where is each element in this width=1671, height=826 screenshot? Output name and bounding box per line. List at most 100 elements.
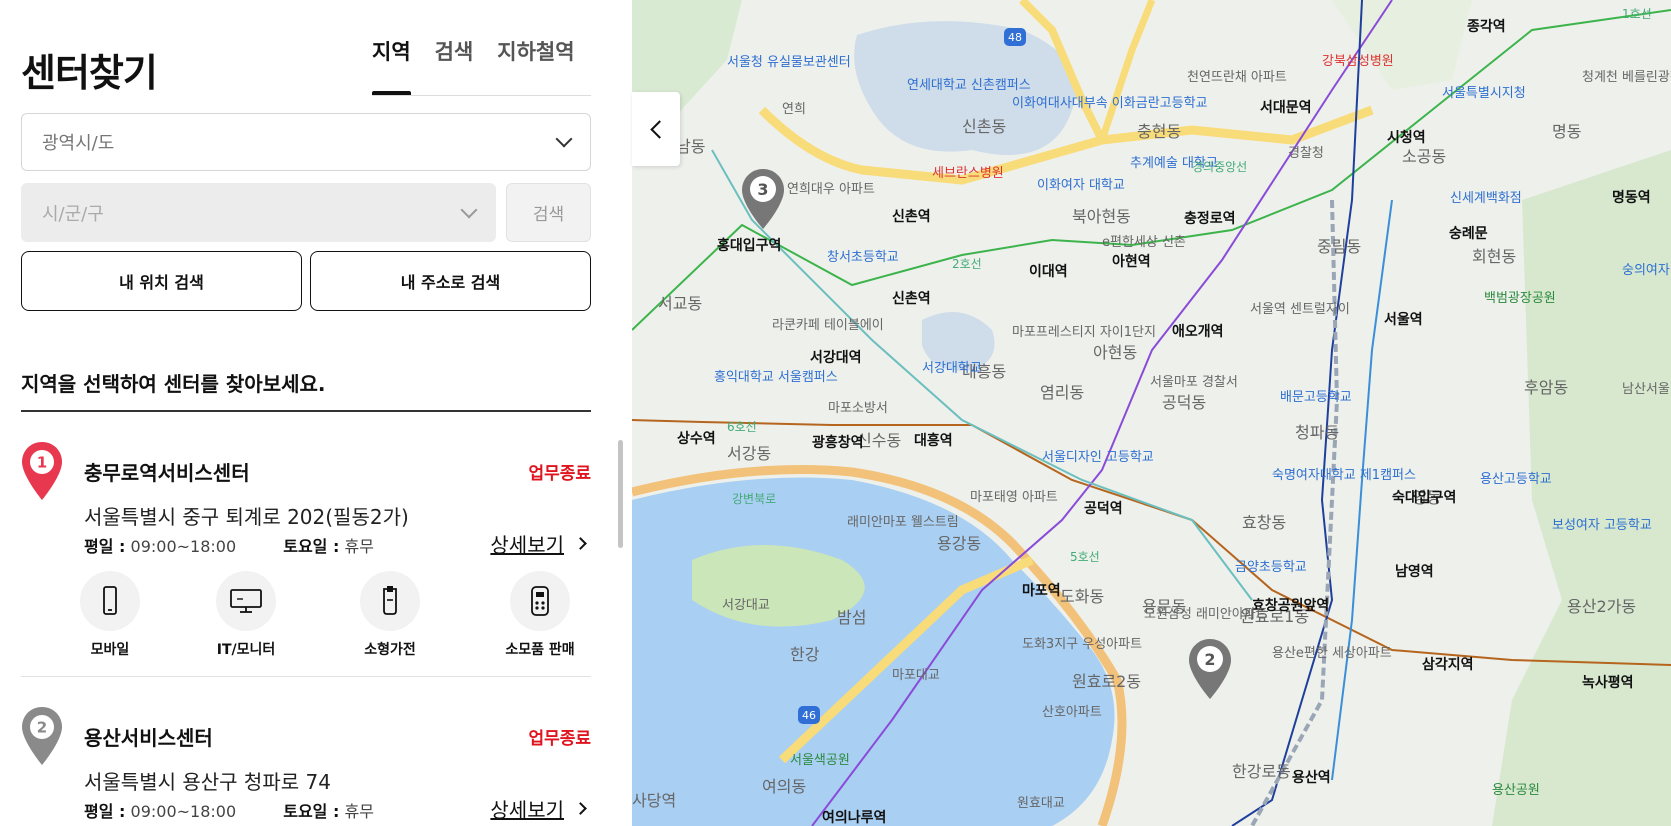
district-select[interactable]: 시/군/구: [21, 183, 496, 242]
map-label-station[interactable]: 종각역: [1467, 16, 1506, 36]
province-select[interactable]: 광역시/도: [21, 113, 591, 171]
map-label-poi[interactable]: 백범광장공원: [1484, 291, 1556, 307]
map-label-road: 경의중앙선: [1192, 160, 1248, 174]
map-label-poi[interactable]: 산호아파트: [1042, 705, 1102, 721]
center-name[interactable]: 충무로역서비스센터: [84, 457, 250, 486]
map-label-station[interactable]: 남영역: [1395, 561, 1434, 581]
detail-link-label: 상세보기: [490, 533, 564, 557]
my-address-search-button[interactable]: 내 주소로 검색: [310, 251, 591, 311]
map-label-poi[interactable]: 숭의여자 대학교: [1622, 263, 1671, 279]
map-label-poi[interactable]: 이화여대사대부속 이화금란고등학교: [1012, 96, 1208, 112]
map-label-poi[interactable]: 경찰청: [1288, 146, 1324, 162]
map-label-station[interactable]: 서울역: [1384, 309, 1423, 329]
map-label-poi[interactable]: 서울색공원: [790, 753, 850, 769]
map-label-poi[interactable]: 금양초등학교: [1235, 560, 1307, 576]
map-label-station[interactable]: 서강대역: [810, 347, 862, 367]
center-card[interactable]: 1 충무로역서비스센터 업무종료 서울특별시 중구 퇴계로 202(필동2가) …: [21, 441, 591, 671]
service-item-small-appliance: 소형가전: [345, 571, 435, 659]
map-label-poi[interactable]: 숙명여자대학교 제1캠퍼스: [1272, 468, 1416, 484]
map-label-poi[interactable]: e편한세상 신촌: [1102, 235, 1186, 251]
center-card[interactable]: 2 용산서비스센터 업무종료 서울특별시 용산구 청파로 74 평일 : 09:…: [21, 706, 591, 826]
map-label-station[interactable]: 숙대입구역: [1392, 487, 1456, 507]
search-button[interactable]: 검색: [506, 183, 591, 242]
map-label-station[interactable]: 애오개역: [1172, 321, 1224, 341]
tab-region[interactable]: 지역: [372, 36, 411, 96]
map-label-station[interactable]: 여의나루역: [822, 807, 886, 826]
map-label-station[interactable]: 신촌역: [892, 288, 931, 308]
chevron-down-icon: [555, 130, 573, 148]
map-label-poi[interactable]: 이화여자 대학교: [1037, 178, 1125, 194]
map-label-dong: 후암동: [1524, 378, 1569, 397]
map-label-poi[interactable]: 창서초등학교: [827, 250, 899, 266]
map-label-poi[interactable]: 신세계백화점: [1450, 191, 1522, 207]
center-hours: 평일 : 09:00~18:00 토요일 : 휴무: [84, 533, 374, 557]
map-label-poi[interactable]: 마포소방서: [828, 401, 888, 417]
map-label-poi[interactable]: 서울디자인 고등학교: [1042, 450, 1154, 466]
map-label-poi[interactable]: 래미안마포 웰스트림: [847, 515, 959, 531]
monitor-icon: [216, 571, 276, 631]
map-label-poi[interactable]: 도화3지구 우성아파트: [1022, 637, 1142, 653]
map-label-poi[interactable]: 마포프레스티지 자이1단지: [1012, 325, 1156, 341]
tab-search[interactable]: 검색: [435, 36, 474, 96]
map-label-station[interactable]: 대흥역: [914, 430, 953, 450]
map-label-poi[interactable]: 남산서울: [1622, 382, 1670, 398]
map-label-dong: 회현동: [1472, 247, 1517, 266]
map-label-station[interactable]: 아현역: [1112, 251, 1151, 271]
map-label-station[interactable]: 삼각지역: [1422, 654, 1474, 674]
map-label-station[interactable]: 시청역: [1387, 127, 1426, 147]
map-label-poi[interactable]: 서울특별시지청: [1442, 86, 1526, 102]
service-item-it-monitor: IT/모니터: [201, 571, 291, 659]
map-label-poi[interactable]: 연희대우 아파트: [787, 182, 875, 198]
map-label-station[interactable]: 공덕역: [1084, 498, 1123, 518]
panel-scrollbar[interactable]: [618, 440, 623, 548]
center-finder-panel: 센터찾기 지역 검색 지하철역 광역시/도 시/군/구 검색 내 위치 검색 내…: [0, 0, 632, 826]
map-label-poi[interactable]: 배문고등학교: [1280, 390, 1352, 406]
map-label-station[interactable]: 명동역: [1612, 187, 1651, 207]
map-label-poi[interactable]: 서울마포 경찰서: [1150, 375, 1238, 391]
map-label-poi[interactable]: 서울청 유실물보관센터: [727, 55, 851, 71]
map-label-road: 5호선: [1070, 550, 1100, 564]
map-label-station[interactable]: 숭례문: [1449, 223, 1488, 243]
map-label-poi[interactable]: 용산e편한 세상아파트: [1272, 646, 1392, 662]
center-name[interactable]: 용산서비스센터: [84, 722, 213, 751]
map-label-poi[interactable]: 홍익대학교 서울캠퍼스: [714, 370, 838, 386]
map-label-poi[interactable]: 라쿤카페 테이블에이: [772, 318, 884, 334]
map-label-road: 1호선: [1622, 7, 1652, 21]
map-label-station[interactable]: 녹사평역: [1582, 672, 1634, 692]
map-label-poi[interactable]: 서울역 센트럴자이: [1250, 302, 1350, 318]
map-label-station[interactable]: 광흥창역: [812, 432, 864, 452]
map-label-poi[interactable]: 용산고등학교: [1480, 472, 1552, 488]
map-label-poi[interactable]: 청계천 베를린광장: [1582, 70, 1671, 86]
saturday-hours: 휴무: [344, 802, 374, 821]
map-label-station[interactable]: 신촌역: [892, 206, 931, 226]
district-select-placeholder: 시/군/구: [42, 203, 104, 225]
map-label-poi[interactable]: 용산공원: [1492, 783, 1540, 799]
map-label-poi[interactable]: 서강대학교: [922, 361, 982, 377]
map-label-poi[interactable]: 도원삼성 래미안아파트: [1144, 607, 1268, 623]
detail-link[interactable]: 상세보기: [490, 529, 587, 558]
map-label-station[interactable]: 용산역: [1292, 767, 1331, 787]
map-label-station[interactable]: 상수역: [677, 428, 716, 448]
detail-link[interactable]: 상세보기: [490, 794, 587, 823]
map-label-station[interactable]: 이대역: [1029, 261, 1068, 281]
collapse-panel-button[interactable]: [632, 92, 680, 166]
map-view[interactable]: 48 46 남동 서교동 충현동 명동 중림동 회현동 신수동 서강동 염리동 …: [632, 0, 1671, 826]
map-label-station[interactable]: 충정로역: [1184, 208, 1236, 228]
tab-subway[interactable]: 지하철역: [497, 36, 574, 96]
map-label-station[interactable]: 서대문역: [1260, 97, 1312, 117]
map-label-poi[interactable]: 강북삼성병원: [1322, 54, 1394, 70]
map-pin-number: 3: [757, 180, 768, 199]
map-label-road: 연희: [782, 102, 806, 117]
my-location-search-button[interactable]: 내 위치 검색: [21, 251, 302, 311]
map-label-station[interactable]: 마포역: [1022, 580, 1061, 600]
map-label-station[interactable]: 홍대입구역: [717, 235, 781, 255]
map-label-poi[interactable]: 연세대학교 신촌캠퍼스: [907, 78, 1031, 94]
map-label-poi[interactable]: 마포태영 아파트: [970, 490, 1058, 506]
map-label-dong: 용산2가동: [1567, 597, 1637, 616]
map-pin-2[interactable]: 2: [1188, 638, 1232, 700]
map-label-poi[interactable]: 천연뜨란채 아파트: [1187, 70, 1287, 86]
map-label-dong: 서강동: [727, 444, 772, 463]
map-label-poi[interactable]: 보성여자 고등학교: [1552, 518, 1652, 534]
map-pin-3[interactable]: 3: [741, 168, 785, 230]
map-label-poi[interactable]: 세브란스병원: [932, 166, 1004, 182]
